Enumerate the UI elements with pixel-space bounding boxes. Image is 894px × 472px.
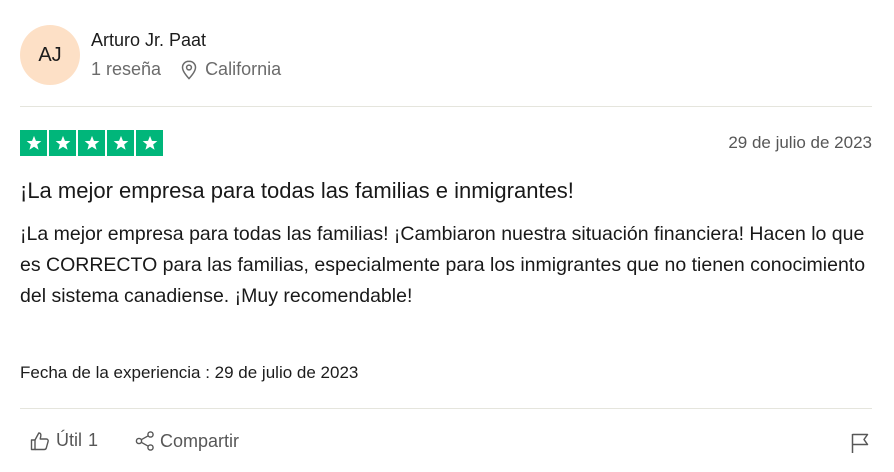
location-label: California bbox=[205, 59, 282, 79]
star-icon bbox=[136, 130, 163, 156]
review-card: AJ Arturo Jr. Paat 1 reseña California 2… bbox=[20, 0, 872, 472]
star-icon bbox=[78, 130, 105, 156]
flag-button[interactable] bbox=[850, 432, 870, 459]
thumbs-up-icon bbox=[30, 431, 56, 451]
useful-count: 1 bbox=[88, 430, 99, 450]
star-rating bbox=[20, 130, 163, 156]
flag-icon bbox=[850, 433, 870, 458]
star-icon bbox=[49, 130, 76, 156]
avatar[interactable]: AJ bbox=[20, 25, 80, 85]
review-count: 1 reseña bbox=[91, 59, 162, 79]
reviewer-name[interactable]: Arturo Jr. Paat bbox=[91, 30, 206, 51]
star-icon bbox=[107, 130, 134, 156]
useful-button[interactable]: Útil 1 bbox=[30, 430, 98, 451]
header-divider bbox=[20, 106, 872, 107]
share-icon bbox=[134, 430, 160, 452]
reviewer-location: California bbox=[181, 59, 281, 80]
share-button[interactable]: Compartir bbox=[134, 430, 239, 452]
review-title[interactable]: ¡La mejor empresa para todas las familia… bbox=[20, 178, 574, 204]
share-label: Compartir bbox=[160, 430, 240, 451]
experience-date: Fecha de la experiencia : 29 de julio de… bbox=[20, 363, 359, 382]
review-actions: Útil 1 Compartir bbox=[20, 430, 872, 460]
review-date: 29 de julio de 2023 bbox=[728, 133, 872, 152]
reviewer-header: AJ Arturo Jr. Paat 1 reseña California bbox=[20, 24, 872, 86]
star-icon bbox=[20, 130, 47, 156]
reviewer-meta: 1 reseña California bbox=[91, 59, 281, 80]
location-pin-icon bbox=[181, 59, 205, 80]
review-body: ¡La mejor empresa para todas las familia… bbox=[20, 223, 866, 307]
footer-divider bbox=[20, 408, 872, 409]
useful-label: Útil bbox=[56, 430, 82, 450]
